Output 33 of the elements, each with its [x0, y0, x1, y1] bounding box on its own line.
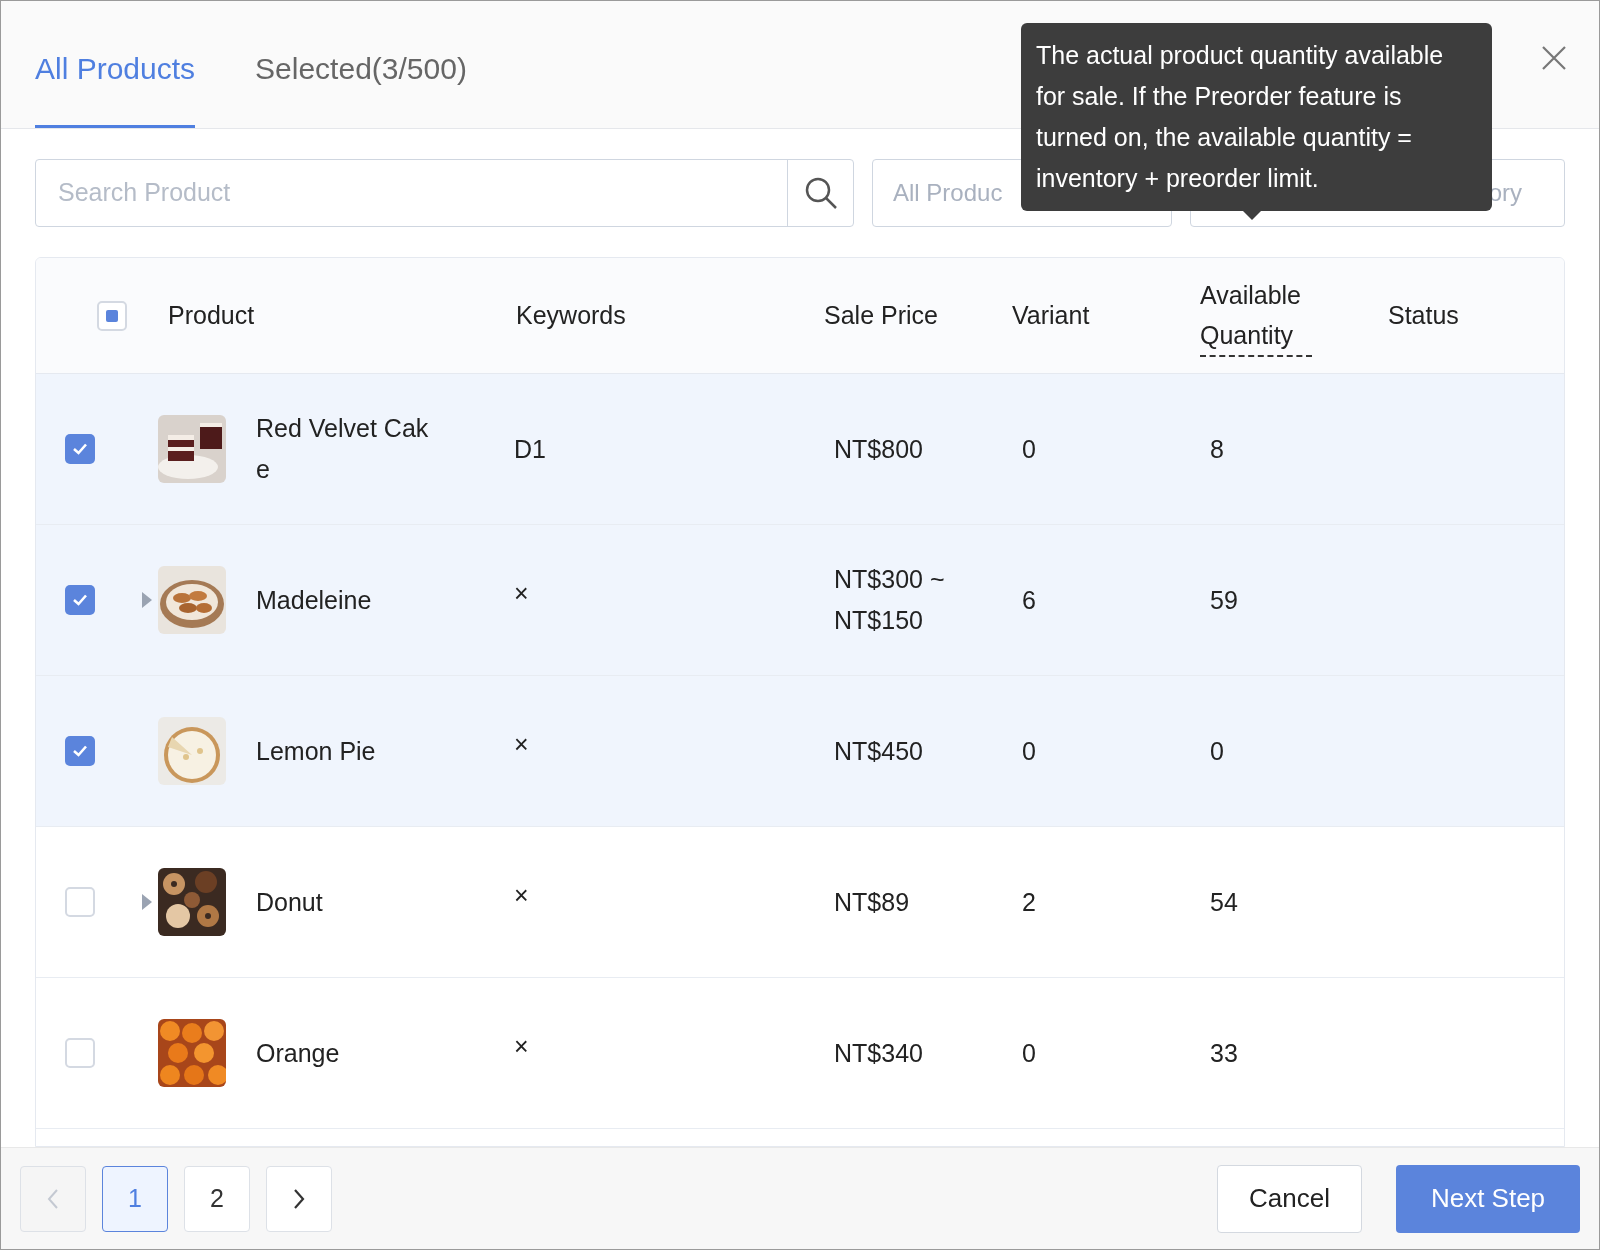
table-cell: D1 — [514, 434, 546, 463]
product-name: Lemon Pie — [256, 735, 377, 767]
table-cell: 0 — [1022, 1038, 1036, 1067]
table-cell: 59 — [1210, 585, 1238, 614]
dropdown-placeholder: All Produc — [893, 178, 1003, 208]
column-header: Sale Price — [824, 300, 938, 329]
column-header: Status — [1388, 300, 1459, 329]
column-header: Variant — [1012, 300, 1090, 329]
column-header: Product — [168, 300, 255, 329]
table-cell: 0 — [1022, 736, 1036, 765]
column-header: Available Quantity — [1200, 274, 1312, 357]
table-cell: × — [514, 729, 529, 758]
table-cell: 0 — [1022, 434, 1036, 463]
product-name: Donut — [256, 886, 324, 918]
product-name: Red Velvet Cak e — [256, 413, 430, 485]
table-cell: NT$450 — [834, 736, 923, 765]
table-cell: 33 — [1210, 1038, 1238, 1067]
tooltip-text: The actual product quantity available for sale. If the Preorder feature is turned on, the available quantity = inventory + preorder limit. — [1036, 40, 1445, 194]
table-cell: 6 — [1022, 585, 1036, 614]
table-cell: × — [514, 1031, 529, 1060]
table-cell: 2 — [1022, 887, 1036, 916]
table-cell: × — [514, 880, 529, 909]
table-cell: NT$89 — [834, 887, 910, 916]
product-name: Madeleine — [256, 584, 373, 616]
table-cell: NT$340 — [834, 1038, 923, 1067]
column-header: Keywords — [516, 300, 626, 329]
table-cell: NT$800 — [834, 434, 923, 463]
table-cell: 0 — [1210, 736, 1224, 765]
product-name: Orange — [256, 1037, 341, 1069]
table-cell: NT$300 ~ NT$150 — [834, 565, 945, 634]
table-cell: × — [514, 578, 529, 607]
table-cell: 54 — [1210, 887, 1238, 916]
table-cell: 8 — [1210, 434, 1224, 463]
